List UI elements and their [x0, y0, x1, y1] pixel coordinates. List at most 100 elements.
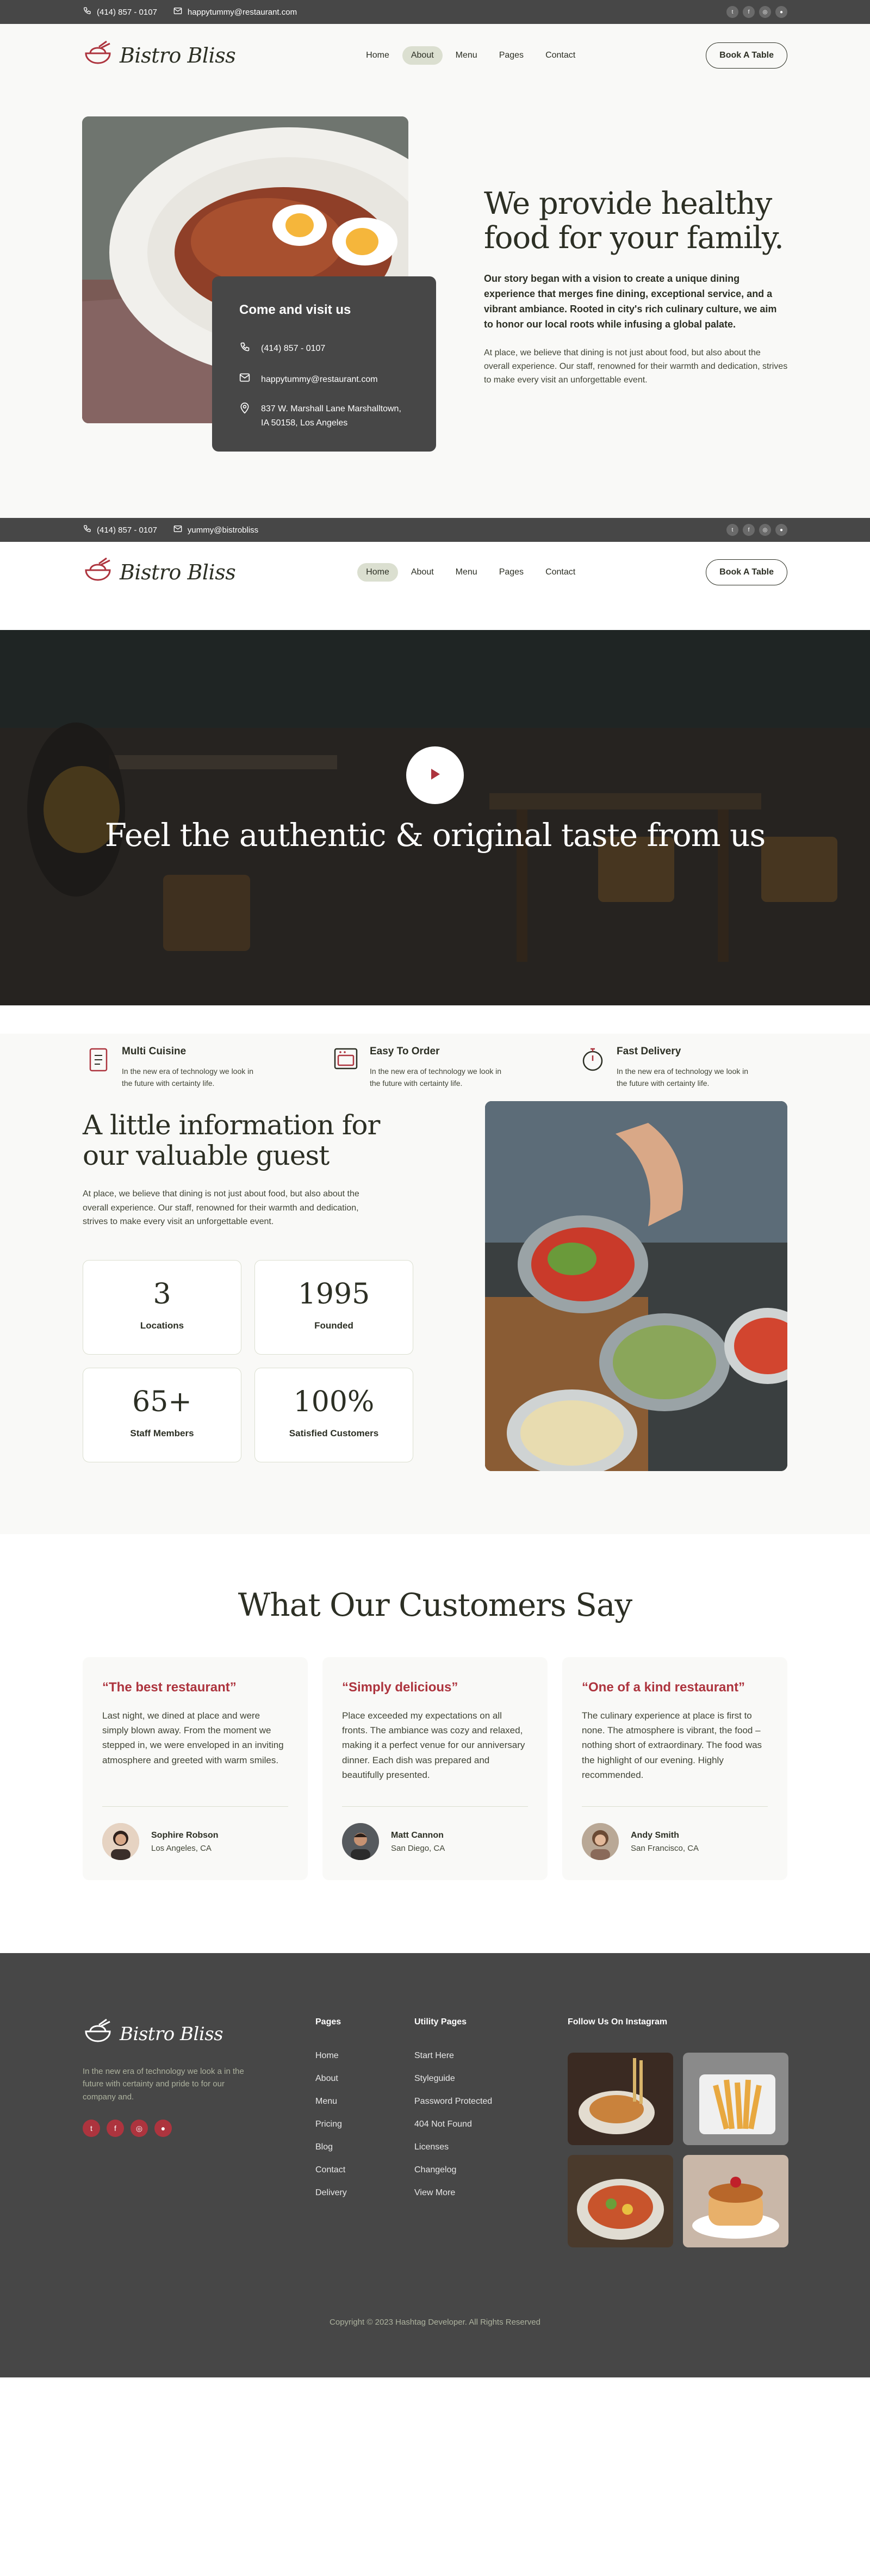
- stat-number: 3: [153, 1278, 171, 1311]
- facebook-icon[interactable]: f: [743, 6, 755, 18]
- footer-link[interactable]: Licenses: [414, 2142, 492, 2152]
- facebook-icon[interactable]: f: [107, 2120, 124, 2137]
- customer-name: Andy Smith: [631, 1830, 679, 1840]
- footer-link[interactable]: Delivery: [315, 2188, 347, 2198]
- nav-about[interactable]: About: [402, 46, 443, 65]
- footer-link[interactable]: Contact: [315, 2165, 347, 2175]
- twitter-icon[interactable]: t: [726, 6, 738, 18]
- about-section: Come and visit us (414) 857 - 0107 happy…: [0, 87, 870, 518]
- instagram-icon[interactable]: ◎: [759, 6, 771, 18]
- footer-link[interactable]: Changelog: [414, 2165, 492, 2175]
- footer-link[interactable]: Start Here: [414, 2051, 492, 2061]
- instagram-photo[interactable]: [683, 2053, 788, 2145]
- visit-phone[interactable]: (414) 857 - 0107: [261, 342, 325, 357]
- footer-link[interactable]: View More: [414, 2188, 492, 2198]
- avatar: [582, 1823, 619, 1860]
- logo[interactable]: Bistro Bliss: [83, 39, 236, 72]
- footer-description: In the new era of technology we look a i…: [83, 2067, 244, 2102]
- nav-about[interactable]: About: [402, 563, 443, 582]
- customer-location: San Francisco, CA: [631, 1843, 699, 1853]
- top-bar: (414) 857 - 0107 happytummy@restaurant.c…: [0, 0, 870, 24]
- brand-name: Bistro Bliss: [120, 560, 236, 584]
- twitter-icon[interactable]: t: [83, 2120, 100, 2137]
- instagram-photo[interactable]: [683, 2155, 788, 2247]
- book-table-button[interactable]: Book A Table: [706, 559, 787, 585]
- footer-link[interactable]: About: [315, 2074, 347, 2084]
- testimonial-quote: “One of a kind restaurant”: [582, 1680, 745, 1695]
- github-icon[interactable]: ●: [154, 2120, 172, 2137]
- twitter-icon[interactable]: t: [726, 524, 738, 536]
- feature-easy-order: Easy To Order In the new era of technolog…: [333, 1046, 507, 1090]
- topbar-phone[interactable]: (414) 857 - 0107: [97, 8, 157, 17]
- bowl-logo-icon: [83, 2017, 113, 2050]
- feature-text: In the new era of technology we look in …: [370, 1067, 502, 1088]
- main-nav-2: Bistro Bliss Home About Menu Pages Conta…: [0, 542, 870, 603]
- phone-icon: [83, 524, 91, 535]
- mail-icon: [173, 525, 182, 535]
- testimonial-quote: “The best restaurant”: [102, 1680, 237, 1695]
- footer-logo[interactable]: Bistro Bliss: [83, 2017, 223, 2050]
- footer-link[interactable]: Password Protected: [414, 2097, 492, 2106]
- instagram-icon[interactable]: ◎: [759, 524, 771, 536]
- stat-locations: 3 Locations: [83, 1260, 241, 1355]
- about-sub: At place, we believe that dining is not …: [484, 348, 788, 385]
- logo[interactable]: Bistro Bliss: [83, 556, 236, 589]
- customer-name: Matt Cannon: [391, 1830, 444, 1840]
- feature-title: Fast Delivery: [617, 1046, 681, 1057]
- main-nav: Bistro Bliss Home About Menu Pages Conta…: [0, 24, 870, 87]
- bowl-logo-icon: [83, 39, 113, 72]
- footer-column-title: Utility Pages: [414, 2017, 467, 2027]
- nav-home[interactable]: Home: [357, 563, 398, 582]
- nav-home[interactable]: Home: [357, 46, 398, 65]
- stat-number: 65+: [132, 1386, 192, 1418]
- footer-link[interactable]: Home: [315, 2051, 347, 2061]
- visit-email[interactable]: happytummy@restaurant.com: [261, 373, 378, 387]
- visit-address: 837 W. Marshall Lane Marshalltown, IA 50…: [261, 404, 401, 428]
- testimonial-text: Last night, we dined at place and were s…: [102, 1710, 284, 1765]
- nav-pages[interactable]: Pages: [490, 563, 532, 582]
- testimonial-card: “The best restaurant” Last night, we din…: [83, 1657, 308, 1880]
- footer-pages-column: Pages Home About Menu Pricing Blog Conta…: [315, 2017, 347, 2211]
- github-icon[interactable]: ●: [775, 524, 787, 536]
- feature-text: In the new era of technology we look in …: [617, 1067, 749, 1088]
- instagram-icon[interactable]: ◎: [130, 2120, 148, 2137]
- menu-book-icon: [87, 1046, 111, 1090]
- footer-link[interactable]: Styleguide: [414, 2074, 492, 2084]
- nav-menu: Home About Menu Pages Contact: [357, 563, 584, 582]
- about-lead: Our story began with a vision to create …: [484, 273, 777, 330]
- book-table-button[interactable]: Book A Table: [706, 42, 787, 69]
- topbar-email[interactable]: happytummy@restaurant.com: [188, 8, 297, 17]
- instagram-photo[interactable]: [568, 2053, 673, 2145]
- facebook-icon[interactable]: f: [743, 524, 755, 536]
- footer-link[interactable]: 404 Not Found: [414, 2120, 492, 2129]
- footer: Bistro Bliss In the new era of technolog…: [0, 1953, 870, 2377]
- nav-pages[interactable]: Pages: [490, 46, 532, 65]
- testimonial-card: “One of a kind restaurant” The culinary …: [562, 1657, 787, 1880]
- topbar2-phone[interactable]: (414) 857 - 0107: [97, 526, 157, 535]
- topbar2-email[interactable]: yummy@bistrobliss: [188, 526, 258, 535]
- about-title: We provide healthy food for your family.: [484, 186, 784, 256]
- github-icon[interactable]: ●: [775, 6, 787, 18]
- footer-link[interactable]: Menu: [315, 2097, 347, 2106]
- nav-menu-link[interactable]: Menu: [447, 46, 486, 65]
- customer-location: San Diego, CA: [391, 1843, 445, 1853]
- footer-link[interactable]: Pricing: [315, 2120, 347, 2129]
- divider: [102, 1806, 288, 1807]
- instagram-photo[interactable]: [568, 2155, 673, 2247]
- nav-contact[interactable]: Contact: [537, 46, 584, 65]
- nav-contact[interactable]: Contact: [537, 563, 584, 582]
- play-video-button[interactable]: [406, 746, 464, 804]
- chef-salad-image: [485, 1101, 787, 1471]
- instagram-grid: [568, 2053, 788, 2247]
- oven-icon: [333, 1046, 359, 1090]
- brand-name: Bistro Bliss: [120, 44, 236, 67]
- divider: [342, 1806, 528, 1807]
- visit-card-title: Come and visit us: [239, 302, 351, 317]
- customer-location: Los Angeles, CA: [151, 1843, 212, 1853]
- footer-link[interactable]: Blog: [315, 2142, 347, 2152]
- divider: [582, 1806, 768, 1807]
- avatar: [102, 1823, 139, 1860]
- feature-text: In the new era of technology we look in …: [122, 1067, 254, 1088]
- bowl-logo-icon: [83, 556, 113, 589]
- nav-menu-link[interactable]: Menu: [447, 563, 486, 582]
